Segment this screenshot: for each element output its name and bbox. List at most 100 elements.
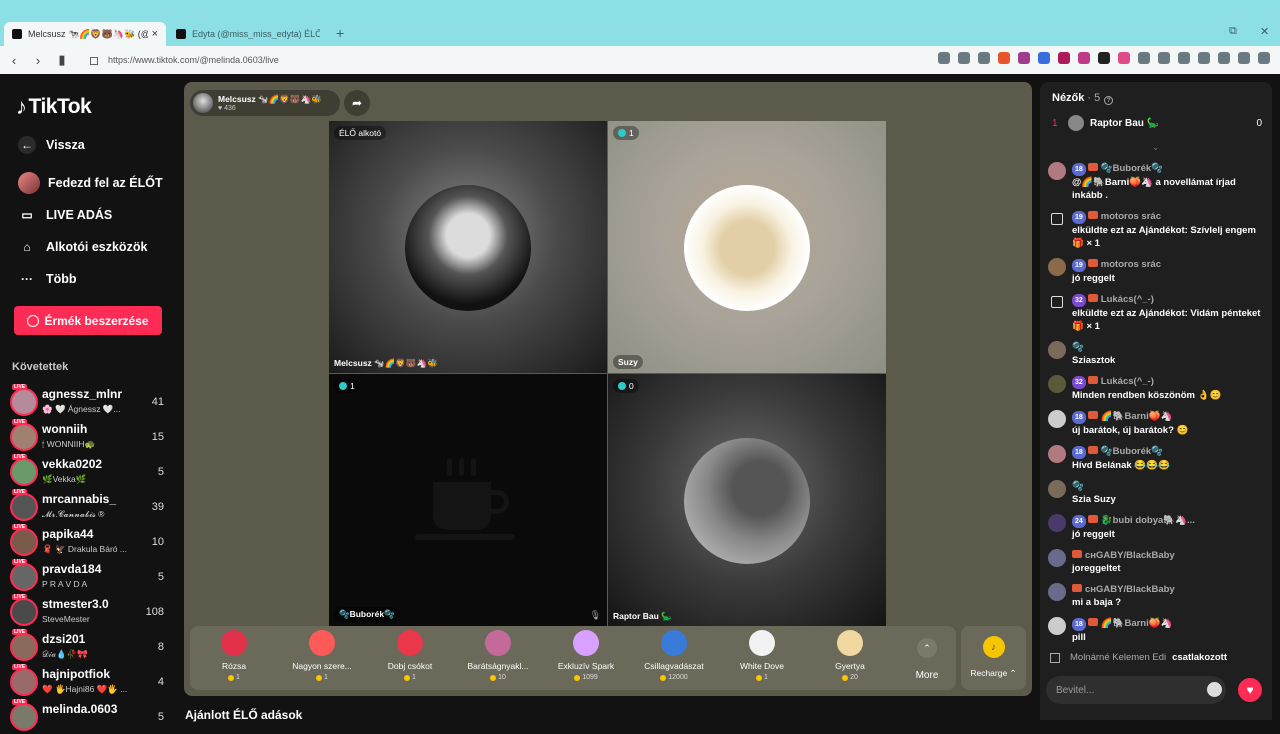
- vpn-icon[interactable]: [1238, 52, 1250, 64]
- heart-like-button[interactable]: ♥: [1238, 678, 1262, 702]
- close-tab-icon[interactable]: ×: [152, 28, 158, 40]
- extension-icon[interactable]: [1098, 52, 1110, 64]
- fan-badge: [1087, 163, 1098, 171]
- avatar[interactable]: [1048, 258, 1066, 276]
- joined-user[interactable]: Molnárné Kelemen Edi: [1070, 652, 1166, 663]
- gift-item[interactable]: Gyertya 20: [810, 630, 890, 681]
- top-viewer-row[interactable]: 1 Raptor Bau 🦕 0: [1052, 114, 1262, 132]
- share-icon[interactable]: [978, 52, 990, 64]
- guest-cell[interactable]: 0 Raptor Bau 🦕: [608, 374, 886, 626]
- joined-text: csatlakozott: [1172, 652, 1228, 663]
- following-item[interactable]: LIVE pravda184 P R A V D A 5: [10, 559, 170, 594]
- avatar[interactable]: [1048, 410, 1066, 428]
- bookmark-icon[interactable]: ▮: [52, 52, 72, 68]
- extension-icon[interactable]: [1138, 52, 1150, 64]
- chat-username[interactable]: ᴄʜGABY/BlackBaby: [1085, 550, 1175, 561]
- chat-username[interactable]: 🫧: [1072, 342, 1084, 353]
- chat-username[interactable]: 🌈🐘Barni🍑🦄: [1101, 411, 1173, 422]
- translate-icon[interactable]: [938, 52, 950, 64]
- guest-cell[interactable]: 1 🫧Buborék🫧 🎙: [329, 374, 607, 626]
- chat-input[interactable]: Bevitel...: [1046, 676, 1226, 704]
- viewer-score: 0: [1256, 117, 1262, 129]
- chat-username[interactable]: 🐉bubi dobya🐘🦄...: [1101, 515, 1195, 526]
- more-gifts-button[interactable]: ⌃ More: [912, 638, 942, 681]
- browser-tab-inactive[interactable]: Edyta (@miss_miss_edyta) ÉLŐ ad: [168, 22, 328, 46]
- media-icon[interactable]: [1158, 52, 1170, 64]
- forward-arrow-icon[interactable]: ›: [28, 53, 48, 68]
- avatar[interactable]: [1048, 549, 1066, 567]
- following-item[interactable]: LIVE hajnipotfiok ❤️ 🖐Hajni86 ❤️🖐 ... 4: [10, 664, 170, 699]
- gift-item[interactable]: Exkluzív Spark 1099: [546, 630, 626, 681]
- avatar[interactable]: [1048, 480, 1066, 498]
- wallet-icon[interactable]: [1198, 52, 1210, 64]
- chat-username[interactable]: motoros srác: [1101, 211, 1161, 222]
- guest-cell-host[interactable]: ÉLŐ alkotó Melcsusz 🐄🌈🦁🐻🦄🐝: [329, 121, 607, 373]
- chat-username[interactable]: 🌈🐘Barni🍑🦄: [1101, 618, 1173, 629]
- restore-window-icon[interactable]: ⧉: [1229, 25, 1237, 38]
- nav-explore-live[interactable]: Fedezd fel az ÉLŐT: [18, 172, 163, 194]
- extension-icon[interactable]: [1038, 52, 1050, 64]
- coin-icon: [404, 674, 411, 681]
- share-button[interactable]: ➦: [344, 90, 370, 116]
- gift-item[interactable]: Barátságnyakl... 10: [458, 630, 538, 681]
- avatar[interactable]: [1048, 617, 1066, 635]
- chat-username[interactable]: 🫧: [1072, 481, 1084, 492]
- emoji-icon[interactable]: [1207, 682, 1222, 697]
- chat-username[interactable]: ᴄʜGABY/BlackBaby: [1085, 584, 1175, 595]
- back-link[interactable]: ← Vissza: [18, 136, 85, 154]
- browser-tab-active[interactable]: Melcsusz 🐄🌈🦁🐻🦄🐝 (@ ×: [4, 22, 166, 46]
- extension-icon[interactable]: [1078, 52, 1090, 64]
- menu-icon[interactable]: [1258, 52, 1270, 64]
- following-item[interactable]: LIVE stmester3.0 SteveMester 108: [10, 594, 170, 629]
- nav-more[interactable]: ··· Több: [18, 270, 77, 288]
- brave-shield-icon[interactable]: [998, 52, 1010, 64]
- gift-item[interactable]: Dobj csókot 1: [370, 630, 450, 681]
- guest-avatar: [405, 185, 531, 311]
- chat-username[interactable]: 🫧Buborék🫧: [1101, 163, 1163, 174]
- gift-name: White Dove: [740, 661, 784, 671]
- site-info-icon[interactable]: [90, 56, 98, 65]
- fan-badge: [1087, 515, 1098, 523]
- chat-username[interactable]: Lukács(^_-): [1101, 294, 1154, 305]
- avatar[interactable]: [1048, 514, 1066, 532]
- info-icon[interactable]: ?: [1104, 96, 1114, 105]
- following-item[interactable]: LIVE papika44 🧣 🦅 Drakula Báró ... 10: [10, 524, 170, 559]
- nav-go-live[interactable]: ▭ LIVE ADÁS: [18, 206, 112, 224]
- avatar[interactable]: [1048, 583, 1066, 601]
- host-info[interactable]: Melcsusz 🐄🌈🦁🐻🦄🐝 ♥ 436: [190, 90, 340, 116]
- chat-username[interactable]: Lukács(^_-): [1101, 376, 1154, 387]
- tiktok-logo[interactable]: ♪ TikTok: [16, 94, 92, 120]
- following-item[interactable]: LIVE vekka0202 🌿Vekka🌿 5: [10, 454, 170, 489]
- leo-icon[interactable]: [1218, 52, 1230, 64]
- following-item[interactable]: LIVE agnessz_mlnr 🌸 🤍 Ágnessz 🤍... 41: [10, 384, 170, 419]
- avatar[interactable]: [1048, 162, 1066, 180]
- new-tab-icon[interactable]: +: [336, 25, 344, 41]
- sidebar-icon[interactable]: [1178, 52, 1190, 64]
- chat-username[interactable]: motoros srác: [1101, 259, 1161, 270]
- url-field[interactable]: https://www.tiktok.com/@melinda.0603/liv…: [90, 55, 279, 65]
- back-arrow-icon[interactable]: ‹: [4, 53, 24, 68]
- rewards-icon[interactable]: [1018, 52, 1030, 64]
- spark-icon: [573, 630, 599, 656]
- avatar[interactable]: [1048, 375, 1066, 393]
- get-coins-button[interactable]: Érmék beszerzése: [14, 306, 162, 335]
- following-item[interactable]: LIVE dzsi201 𝒟𝒾𝒶💧🥀🎀 8: [10, 629, 170, 664]
- guest-cell[interactable]: 1 Suzy: [608, 121, 886, 373]
- avatar[interactable]: [1048, 341, 1066, 359]
- following-item[interactable]: LIVE melinda.0603 5: [10, 699, 170, 734]
- expand-viewers-chevron-icon[interactable]: ⌄: [1152, 142, 1160, 153]
- following-item[interactable]: LIVE mrcannabis_ 𝓜𝓻.𝓒𝓪𝓷𝓷𝓪𝓫𝓲𝓼 ® 39: [10, 489, 170, 524]
- close-window-icon[interactable]: ✕: [1260, 25, 1269, 38]
- extension-icon[interactable]: [1118, 52, 1130, 64]
- gift-item[interactable]: Csillagvadászat 12000: [634, 630, 714, 681]
- extension-icon[interactable]: [1058, 52, 1070, 64]
- avatar[interactable]: [1048, 445, 1066, 463]
- zoom-icon[interactable]: [958, 52, 970, 64]
- nav-creator-tools[interactable]: ⌂ Alkotói eszközök: [18, 238, 147, 256]
- gift-item[interactable]: White Dove 1: [722, 630, 802, 681]
- gift-item[interactable]: Nagyon szere... 1: [282, 630, 362, 681]
- following-item[interactable]: LIVE wonniih 🕯 WONNIIH🐢 15: [10, 419, 170, 454]
- gift-item[interactable]: Rózsa 1: [194, 630, 274, 681]
- recharge-button[interactable]: ♪ Recharge ⌃: [961, 626, 1026, 690]
- chat-username[interactable]: 🫧Buborék🫧: [1101, 446, 1163, 457]
